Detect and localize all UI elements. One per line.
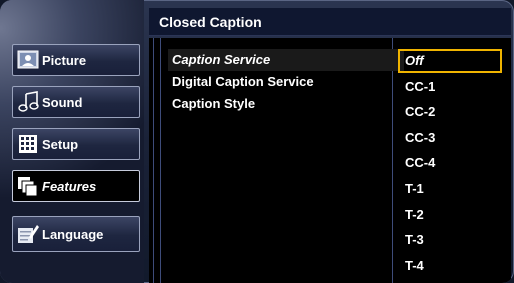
sidebar-item-label: Language bbox=[42, 226, 104, 242]
sidebar-item-sound[interactable]: Sound bbox=[12, 86, 140, 118]
sidebar-item-language[interactable]: Language bbox=[12, 216, 140, 252]
page-title: Closed Caption bbox=[149, 8, 511, 36]
value-cc-2[interactable]: CC-2 bbox=[398, 100, 502, 124]
option-digital-caption-service[interactable]: Digital Caption Service bbox=[168, 71, 404, 93]
caption-value-list: Off CC-1 CC-2 CC-3 CC-4 T-1 T-2 T-3 T-4 bbox=[398, 49, 502, 279]
sidebar-item-features[interactable]: Features bbox=[12, 170, 140, 202]
value-t-3[interactable]: T-3 bbox=[398, 228, 502, 252]
sidebar-item-setup[interactable]: Setup bbox=[12, 128, 140, 160]
page-title-text: Closed Caption bbox=[159, 13, 262, 30]
option-caption-style[interactable]: Caption Style bbox=[168, 93, 404, 115]
divider bbox=[160, 38, 161, 283]
picture-icon bbox=[16, 49, 40, 71]
divider bbox=[153, 38, 154, 283]
grid-icon bbox=[16, 133, 40, 155]
value-t-1[interactable]: T-1 bbox=[398, 177, 502, 201]
sidebar-item-picture[interactable]: Picture bbox=[12, 44, 140, 76]
value-t-2[interactable]: T-2 bbox=[398, 203, 502, 227]
sidebar: Picture Sound Setup Features Language bbox=[0, 0, 144, 283]
sidebar-item-label: Picture bbox=[42, 52, 87, 68]
language-icon bbox=[16, 223, 40, 245]
sidebar-item-label: Sound bbox=[42, 94, 83, 110]
features-icon bbox=[16, 175, 40, 197]
tv-menu-window: Picture Sound Setup Features Language Cl… bbox=[0, 0, 514, 283]
sidebar-item-label: Setup bbox=[42, 136, 79, 152]
sidebar-item-label: Features bbox=[42, 178, 97, 194]
value-off[interactable]: Off bbox=[398, 49, 502, 73]
caption-option-list: Caption Service Digital Caption Service … bbox=[168, 49, 404, 115]
value-t-4[interactable]: T-4 bbox=[398, 254, 502, 278]
value-cc-4[interactable]: CC-4 bbox=[398, 151, 502, 175]
value-cc-1[interactable]: CC-1 bbox=[398, 75, 502, 99]
music-note-icon bbox=[16, 91, 40, 113]
value-cc-3[interactable]: CC-3 bbox=[398, 126, 502, 150]
main-panel: Caption Service Digital Caption Service … bbox=[149, 38, 511, 283]
option-caption-service[interactable]: Caption Service bbox=[168, 49, 404, 71]
